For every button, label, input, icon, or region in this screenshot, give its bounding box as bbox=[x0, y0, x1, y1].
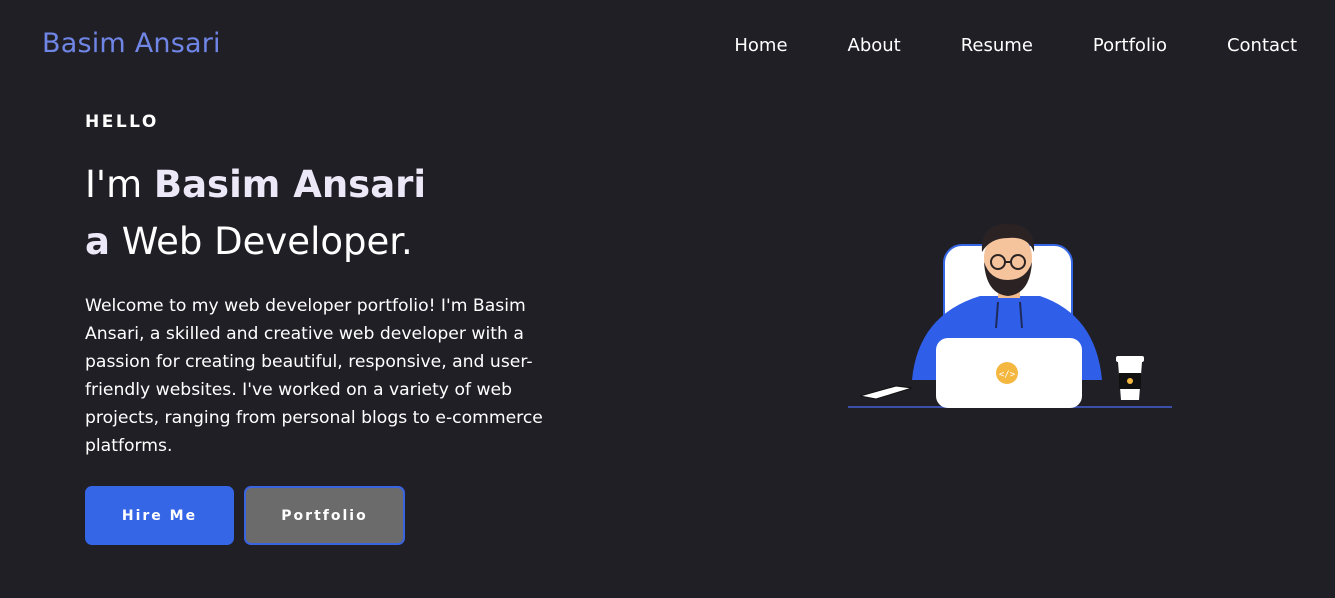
hero-greeting: HELLO bbox=[85, 112, 159, 132]
portfolio-button[interactable]: Portfolio bbox=[244, 486, 405, 545]
portfolio-page: Basim Ansari Home About Resume Portfolio… bbox=[0, 0, 1335, 598]
headline-role: Web Developer. bbox=[109, 220, 413, 263]
brand-logo-text[interactable]: Basim Ansari bbox=[42, 28, 221, 59]
nav-about-link[interactable]: About bbox=[848, 35, 901, 56]
hero-buttons: Hire Me Portfolio bbox=[85, 486, 405, 545]
nav-contact-link[interactable]: Contact bbox=[1227, 35, 1297, 56]
hire-me-button[interactable]: Hire Me bbox=[85, 486, 234, 545]
headline-article: a bbox=[85, 220, 110, 263]
svg-text:</>: </> bbox=[999, 370, 1016, 380]
developer-at-laptop-illustration: </> bbox=[848, 224, 1172, 408]
nav-portfolio-link[interactable]: Portfolio bbox=[1093, 35, 1167, 56]
nav-resume-link[interactable]: Resume bbox=[961, 35, 1033, 56]
hero-section: HELLO I'm Basim Ansari a Web Developer. … bbox=[85, 112, 605, 460]
main-nav: Home About Resume Portfolio Contact bbox=[674, 35, 1297, 56]
hero-intro-text: Welcome to my web developer portfolio! I… bbox=[85, 296, 543, 456]
headline-name: Basim Ansari bbox=[153, 163, 427, 206]
headline-prefix: I'm bbox=[85, 163, 154, 206]
hero-headline: I'm Basim Ansari a Web Developer. bbox=[85, 156, 605, 270]
nav-home-link[interactable]: Home bbox=[734, 35, 787, 56]
